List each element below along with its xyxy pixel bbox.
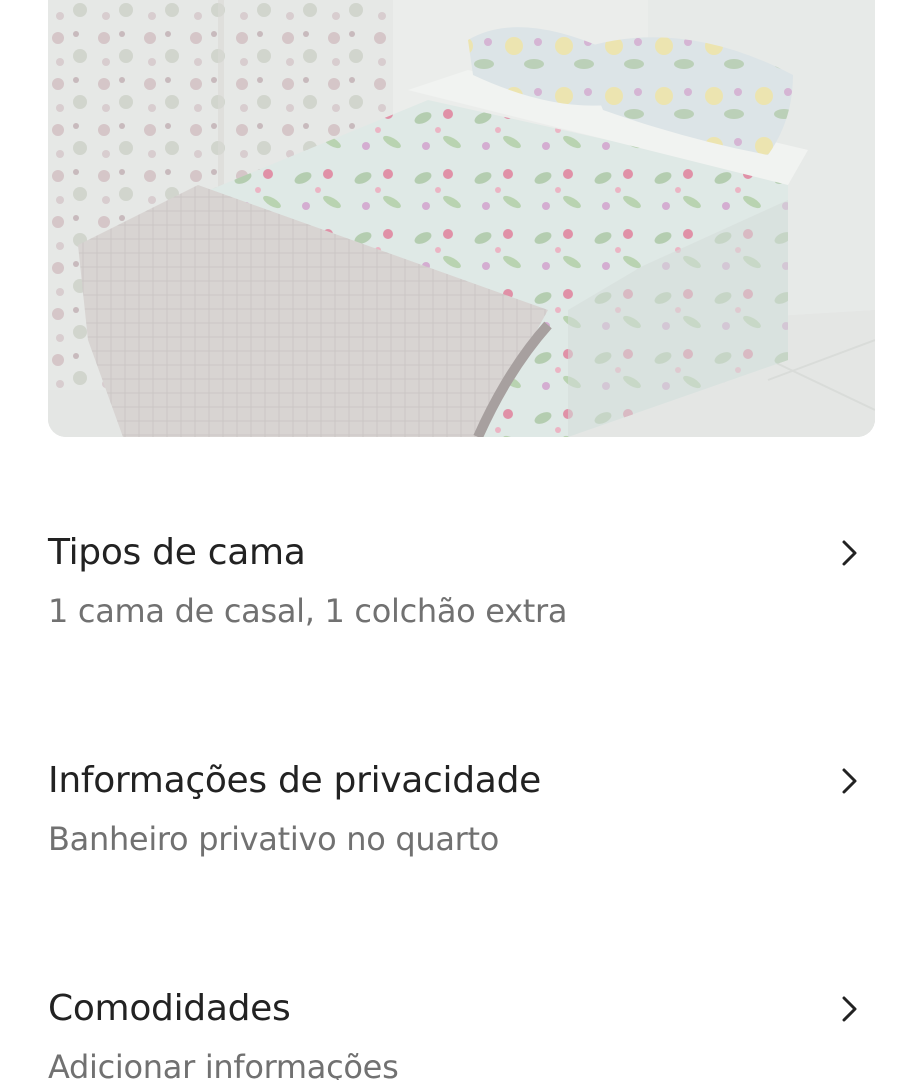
amenities-row[interactable]: Comodidades Adicionar informações [48, 987, 875, 1080]
chevron-right-icon[interactable] [833, 537, 865, 569]
privacy-info-title: Informações de privacidade [48, 760, 541, 801]
bedroom-image [48, 0, 875, 437]
listing-room-details-page: Tipos de cama 1 cama de casal, 1 colchão… [0, 0, 923, 1080]
bed-types-subtitle: 1 cama de casal, 1 colchão extra [48, 592, 568, 630]
privacy-info-row[interactable]: Informações de privacidade Banheiro priv… [48, 759, 875, 869]
bed-types-row[interactable]: Tipos de cama 1 cama de casal, 1 colchão… [48, 531, 875, 641]
room-photo[interactable] [48, 0, 875, 437]
amenities-subtitle: Adicionar informações [48, 1048, 399, 1080]
bed-types-title: Tipos de cama [48, 532, 306, 573]
chevron-right-icon[interactable] [833, 765, 865, 797]
amenities-title: Comodidades [48, 988, 291, 1029]
chevron-right-icon[interactable] [833, 993, 865, 1025]
privacy-info-subtitle: Banheiro privativo no quarto [48, 820, 500, 858]
